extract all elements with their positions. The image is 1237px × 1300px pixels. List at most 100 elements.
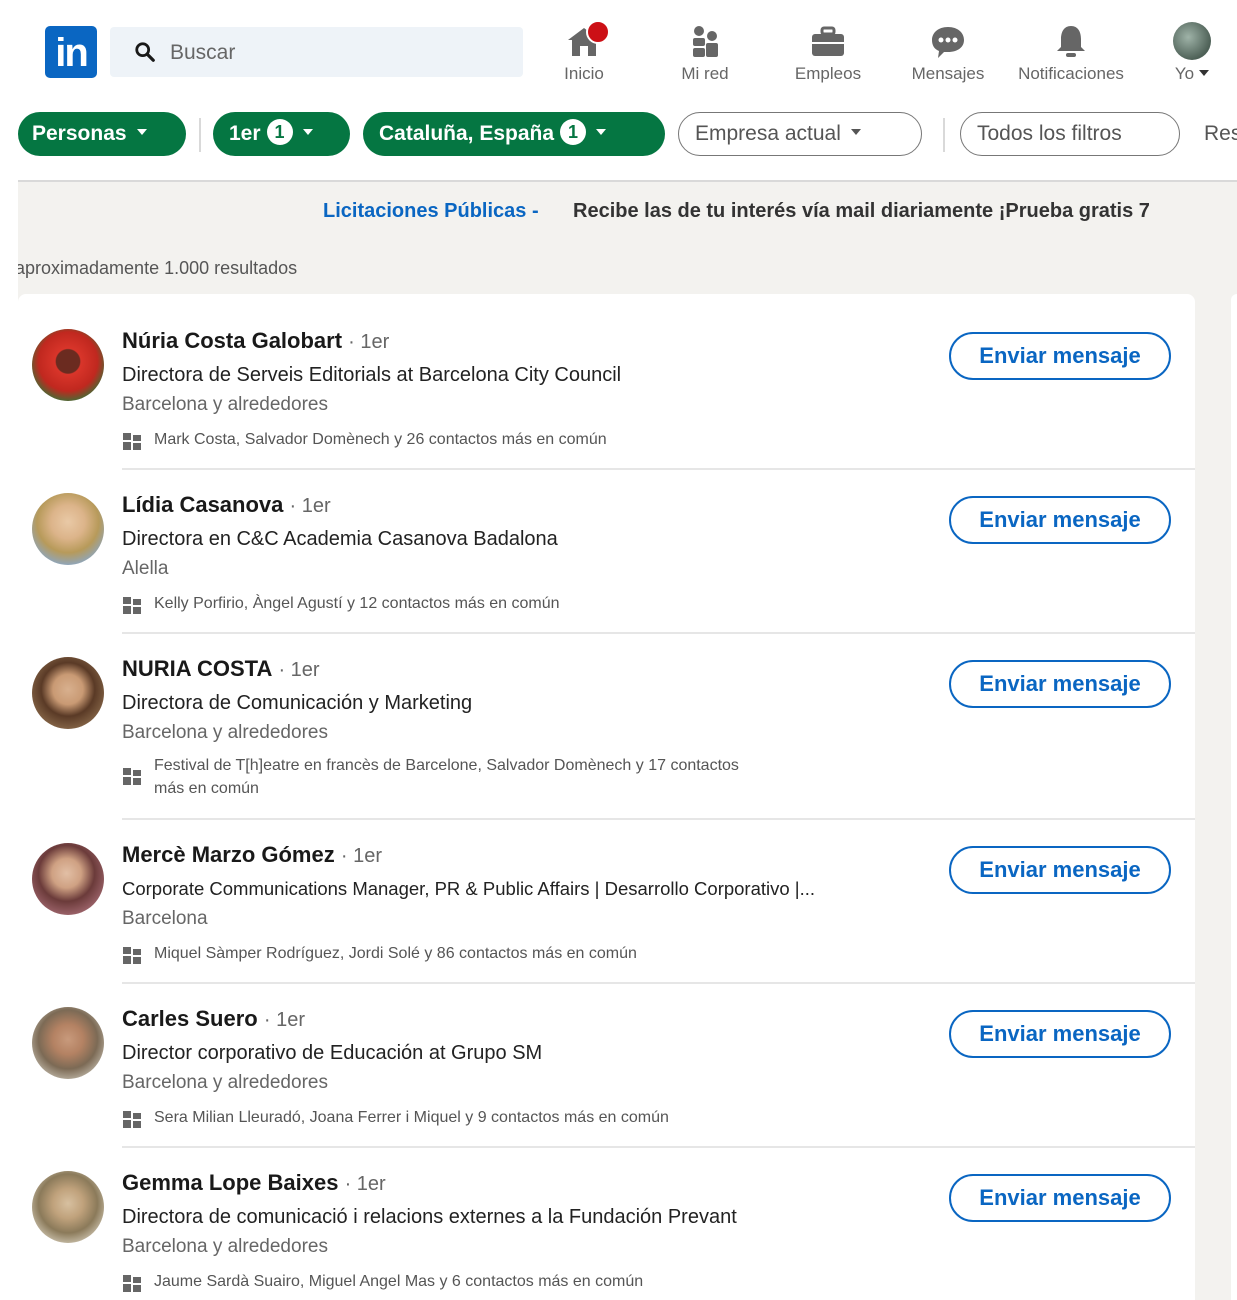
person-headline: Directora de comunicació i relacions ext… — [122, 1206, 737, 1228]
promo-link[interactable]: Licitaciones Públicas - — [323, 200, 539, 223]
avatar[interactable] — [32, 1007, 104, 1079]
search-results-list: Núria Costa Galobart · 1er Directora de … — [18, 294, 1195, 1300]
person-name[interactable]: NURIA COSTA — [122, 656, 272, 681]
search-box[interactable] — [110, 27, 523, 79]
filter-count-badge: 1 — [560, 119, 587, 146]
avatar — [1173, 22, 1211, 60]
filter-personas[interactable]: Personas — [18, 112, 186, 156]
person-location: Barcelona y alrededores — [122, 394, 328, 415]
person-name[interactable]: Gemma Lope Baixes — [122, 1170, 338, 1195]
filter-first-degree[interactable]: 1er 1 — [213, 112, 350, 156]
chevron-down-icon — [302, 129, 313, 136]
filter-first-degree-label: 1er — [229, 122, 261, 145]
name-line: Gemma Lope Baixes · 1er — [122, 1170, 386, 1196]
results-count: aproximadamente 1.000 resultados — [18, 258, 298, 278]
connection-degree: · 1er — [344, 1173, 386, 1195]
send-message-button[interactable]: Enviar mensaje — [949, 1174, 1171, 1222]
nav-messaging[interactable]: Mensajes — [904, 22, 992, 92]
list-item: Carles Suero · 1er Director corporativo … — [18, 984, 1195, 1148]
search-icon — [135, 42, 155, 62]
avatar[interactable] — [32, 493, 104, 565]
all-filters-button[interactable]: Todos los filtros — [960, 112, 1180, 156]
nav-me-label: Yo — [1174, 64, 1195, 83]
right-rail-edge — [1231, 294, 1237, 1300]
person-headline: Corporate Communications Manager, PR & P… — [122, 878, 816, 899]
chevron-down-icon — [596, 129, 607, 136]
top-nav: in Inicio Mi red — [18, 14, 1237, 96]
connection-degree: · 1er — [278, 659, 320, 681]
send-message-button[interactable]: Enviar mensaje — [949, 846, 1171, 894]
nav-network[interactable]: Mi red — [670, 22, 740, 92]
shared-connections[interactable]: Mark Costa, Salvador Domènech y 26 conta… — [122, 428, 772, 451]
shared-connections-text: Mark Costa, Salvador Domènech y 26 conta… — [154, 431, 607, 448]
send-message-button[interactable]: Enviar mensaje — [949, 332, 1171, 380]
shared-connections[interactable]: Sera Milian Lleuradó, Joana Ferrer i Miq… — [122, 1106, 772, 1129]
person-location: Barcelona y alrededores — [122, 1072, 328, 1093]
list-item: NURIA COSTA · 1er Directora de Comunicac… — [18, 634, 1195, 820]
person-location: Alella — [122, 558, 169, 579]
nav-jobs[interactable]: Empleos — [786, 22, 870, 92]
shared-connections-text: Festival de T[h]eatre en francès de Barc… — [154, 757, 739, 797]
filter-personas-label: Personas — [32, 122, 127, 145]
filter-location[interactable]: Cataluña, España 1 — [363, 112, 665, 156]
reset-label: Res — [1204, 122, 1237, 145]
person-name[interactable]: Carles Suero — [122, 1006, 258, 1031]
filter-location-label: Cataluña, España — [379, 122, 555, 145]
person-headline: Director corporativo de Educación at Gru… — [122, 1042, 543, 1064]
shared-connections[interactable]: Miquel Sàmper Rodríguez, Jordi Solé y 86… — [122, 942, 772, 965]
nav-home-label: Inicio — [564, 64, 604, 83]
name-line: Núria Costa Galobart · 1er — [122, 328, 389, 354]
bell-icon — [1057, 26, 1085, 57]
list-item: Mercè Marzo Gómez · 1er Corporate Commun… — [18, 820, 1195, 984]
person-name[interactable]: Lídia Casanova — [122, 492, 283, 517]
chevron-down-icon — [1199, 69, 1210, 76]
list-item: Núria Costa Galobart · 1er Directora de … — [18, 294, 1195, 470]
nav-me[interactable]: Yo — [1164, 22, 1220, 92]
shared-connections-text: Sera Milian Lleuradó, Joana Ferrer i Miq… — [154, 1109, 669, 1126]
person-name[interactable]: Núria Costa Galobart — [122, 328, 342, 353]
send-message-button[interactable]: Enviar mensaje — [949, 660, 1171, 708]
list-item: Gemma Lope Baixes · 1er Directora de com… — [18, 1148, 1195, 1300]
person-headline: Directora de Serveis Editorials at Barce… — [122, 364, 622, 386]
search-input[interactable] — [168, 27, 502, 79]
filter-current-company-label: Empresa actual — [695, 122, 841, 145]
person-location: Barcelona — [122, 908, 208, 929]
notification-badge — [586, 20, 610, 44]
send-message-button[interactable]: Enviar mensaje — [949, 1010, 1171, 1058]
shared-connections-icon — [123, 1275, 141, 1292]
chevron-down-icon — [136, 129, 147, 136]
avatar[interactable] — [32, 657, 104, 729]
nav-notifications[interactable]: Notificaciones — [1008, 22, 1134, 92]
name-line: Lídia Casanova · 1er — [122, 492, 331, 518]
list-item: Lídia Casanova · 1er Directora en C&C Ac… — [18, 470, 1195, 634]
shared-connections-icon — [123, 947, 141, 964]
promo-banner: Licitaciones Públicas - Recibe las de tu… — [18, 200, 1237, 230]
nav-jobs-label: Empleos — [794, 64, 862, 83]
linkedin-window: in Inicio Mi red — [18, 14, 1237, 1300]
shared-connections[interactable]: Festival de T[h]eatre en francès de Barc… — [122, 754, 772, 800]
promo-text: Recibe las de tu interés vía mail diaria… — [573, 200, 1150, 222]
connection-degree: · 1er — [348, 331, 390, 353]
connection-degree: · 1er — [289, 495, 331, 517]
shared-connections[interactable]: Jaume Sardà Suairo, Miguel Angel Mas y 6… — [122, 1270, 772, 1293]
person-name[interactable]: Mercè Marzo Gómez — [122, 842, 335, 867]
shared-connections-text: Kelly Porfirio, Àngel Agustí y 12 contac… — [154, 595, 560, 612]
divider — [943, 118, 945, 152]
network-icon — [693, 26, 718, 57]
shared-connections[interactable]: Kelly Porfirio, Àngel Agustí y 12 contac… — [122, 592, 772, 615]
nav-notifications-label: Notificaciones — [1018, 64, 1124, 83]
reset-button[interactable]: Res — [1190, 112, 1237, 156]
chevron-down-icon — [850, 129, 861, 136]
avatar[interactable] — [32, 329, 104, 401]
briefcase-icon — [812, 26, 844, 56]
avatar[interactable] — [32, 1171, 104, 1243]
linkedin-logo[interactable]: in — [45, 26, 97, 78]
nav-home[interactable]: Inicio — [554, 20, 614, 92]
shared-connections-icon — [123, 433, 141, 450]
name-line: NURIA COSTA · 1er — [122, 656, 320, 682]
send-message-button[interactable]: Enviar mensaje — [949, 496, 1171, 544]
filter-current-company[interactable]: Empresa actual — [678, 112, 922, 156]
person-headline: Directora en C&C Academia Casanova Badal… — [122, 528, 558, 550]
avatar[interactable] — [32, 843, 104, 915]
shared-connections-icon — [123, 597, 141, 614]
